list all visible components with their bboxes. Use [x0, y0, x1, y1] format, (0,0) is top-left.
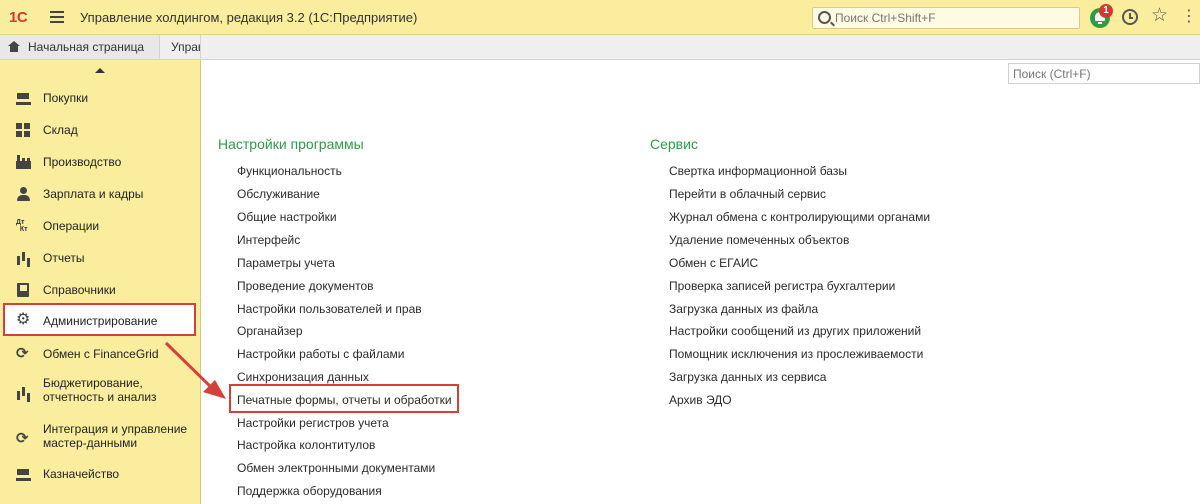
- tab-home[interactable]: Начальная страница: [0, 35, 160, 59]
- person-icon: [16, 187, 31, 201]
- link-accounting-register-check[interactable]: Проверка записей регистра бухгалтерии: [669, 279, 895, 293]
- link-equipment-support[interactable]: Поддержка оборудования: [237, 484, 382, 498]
- global-search-input[interactable]: [835, 10, 1075, 26]
- gear-icon: ⚙: [16, 311, 31, 328]
- link-accounting-parameters[interactable]: Параметры учета: [237, 256, 335, 270]
- cash-icon: [16, 467, 31, 481]
- cart-icon: [16, 91, 31, 105]
- link-document-posting[interactable]: Проведение документов: [237, 279, 374, 293]
- sidebar-item-label: Обмен с FinanceGrid: [43, 347, 159, 361]
- link-regulatory-exchange-log[interactable]: Журнал обмена с контролирующими органами: [669, 210, 930, 224]
- link-users-and-rights[interactable]: Настройки пользователей и прав: [237, 302, 422, 316]
- logo-text: 1С: [9, 9, 28, 26]
- link-maintenance[interactable]: Обслуживание: [237, 187, 320, 201]
- link-interface[interactable]: Интерфейс: [237, 233, 300, 247]
- link-file-settings[interactable]: Настройки работы с файлами: [237, 347, 404, 361]
- link-functionality[interactable]: Функциональность: [237, 164, 342, 178]
- label-line-1: Бюджетирование,: [43, 376, 143, 390]
- 1c-logo[interactable]: 1С: [9, 9, 28, 27]
- service-section-title: Сервис: [650, 136, 698, 152]
- administration-panel: Настройки программы Функциональность Обс…: [202, 60, 1200, 504]
- open-tabs-bar: Начальная страница Управ: [0, 35, 1200, 60]
- sidebar-item-label: Отчеты: [43, 251, 85, 265]
- link-load-from-file[interactable]: Загрузка данных из файла: [669, 302, 818, 316]
- factory-icon: [16, 155, 31, 169]
- sidebar-item-label: Зарплата и кадры: [43, 187, 144, 201]
- label-line-1: Интеграция и управление: [43, 422, 188, 436]
- link-delete-marked-objects[interactable]: Удаление помеченных объектов: [669, 233, 849, 247]
- link-infobase-rollup[interactable]: Свертка информационной базы: [669, 164, 847, 178]
- sidebar-item-integration[interactable]: ⟳ Интеграция и управление мастер-данными: [0, 422, 201, 456]
- sidebar-item-label: Казначейство: [43, 467, 120, 481]
- sidebar-item-label: Администрирование: [43, 314, 158, 328]
- sections-sidebar: Покупки Склад Производство Зарплата и ка…: [0, 60, 201, 504]
- sidebar-item-payroll[interactable]: Зарплата и кадры: [0, 180, 201, 208]
- warehouse-icon: [16, 123, 31, 137]
- title-bar: 1С Управление холдингом, редакция 3.2 (1…: [0, 0, 1200, 35]
- link-cloud-service[interactable]: Перейти в облачный сервис: [669, 187, 826, 201]
- sync-icon: ⟳: [16, 430, 29, 447]
- history-icon[interactable]: [1122, 9, 1138, 25]
- tab-administration[interactable]: Управ: [161, 35, 201, 59]
- dt-kt-icon: Дт Кт: [16, 219, 28, 233]
- link-traceability-exclusion[interactable]: Помощник исключения из прослеживаемости: [669, 347, 923, 361]
- sidebar-item-label: Бюджетирование, отчетность и анализ: [43, 376, 157, 404]
- sidebar-item-production[interactable]: Производство: [0, 148, 201, 176]
- link-headers-footers[interactable]: Настройка колонтитулов: [237, 438, 375, 452]
- link-edo-archive[interactable]: Архив ЭДО: [669, 393, 732, 407]
- link-data-sync[interactable]: Синхронизация данных: [237, 370, 369, 384]
- bar-chart-icon: [16, 251, 31, 265]
- sidebar-item-catalogs[interactable]: Справочники: [0, 276, 201, 304]
- link-print-forms-reports[interactable]: Печатные формы, отчеты и обработки: [237, 393, 452, 407]
- sidebar-item-purchases[interactable]: Покупки: [0, 84, 201, 112]
- more-menu-icon[interactable]: ⋮: [1181, 8, 1197, 26]
- sidebar-item-label: Интеграция и управление мастер-данными: [43, 422, 187, 450]
- settings-section-title: Настройки программы: [218, 136, 364, 152]
- sidebar-item-label: Справочники: [43, 283, 116, 297]
- tab-home-label: Начальная страница: [28, 40, 145, 54]
- book-icon: [16, 283, 31, 297]
- notification-badge: 1: [1099, 4, 1113, 18]
- app-title: Управление холдингом, редакция 3.2 (1С:П…: [80, 10, 418, 25]
- home-icon: [8, 41, 20, 52]
- link-general-settings[interactable]: Общие настройки: [237, 210, 337, 224]
- link-register-settings[interactable]: Настройки регистров учета: [237, 416, 389, 430]
- global-search[interactable]: [812, 7, 1080, 29]
- sidebar-item-warehouse[interactable]: Склад: [0, 116, 201, 144]
- search-icon: [818, 11, 831, 24]
- sidebar-item-label: Производство: [43, 155, 122, 169]
- sidebar-item-treasury[interactable]: Казначейство: [0, 460, 201, 488]
- sync-icon: ⟳: [16, 345, 29, 362]
- link-load-from-service[interactable]: Загрузка данных из сервиса: [669, 370, 826, 384]
- link-messages-from-apps[interactable]: Настройки сообщений из других приложений: [669, 324, 921, 338]
- main-menu-icon[interactable]: [50, 11, 64, 23]
- link-organizer[interactable]: Органайзер: [237, 324, 303, 338]
- tab-administration-label: Управ: [171, 40, 201, 54]
- label-line-2: мастер-данными: [43, 436, 138, 450]
- sidebar-item-operations[interactable]: Дт Кт Операции: [0, 212, 201, 240]
- sidebar-item-label: Склад: [43, 123, 78, 137]
- sidebar-item-reports[interactable]: Отчеты: [0, 244, 201, 272]
- favorites-star-icon[interactable]: ☆: [1151, 6, 1168, 26]
- sidebar-item-budgeting[interactable]: Бюджетирование, отчетность и анализ: [0, 376, 201, 410]
- link-egais-exchange[interactable]: Обмен с ЕГАИС: [669, 256, 758, 270]
- sidebar-item-administration[interactable]: ⚙ Администрирование: [3, 303, 196, 336]
- panel-search-input[interactable]: [1008, 63, 1200, 84]
- sidebar-item-financegrid[interactable]: ⟳ Обмен с FinanceGrid: [0, 340, 201, 368]
- label-line-2: отчетность и анализ: [43, 390, 157, 404]
- sidebar-scroll-up-icon[interactable]: [0, 60, 201, 80]
- link-edi-exchange[interactable]: Обмен электронными документами: [237, 461, 435, 475]
- sidebar-item-label: Покупки: [43, 91, 89, 105]
- chart-icon: [16, 386, 31, 400]
- sidebar-item-label: Операции: [43, 219, 100, 233]
